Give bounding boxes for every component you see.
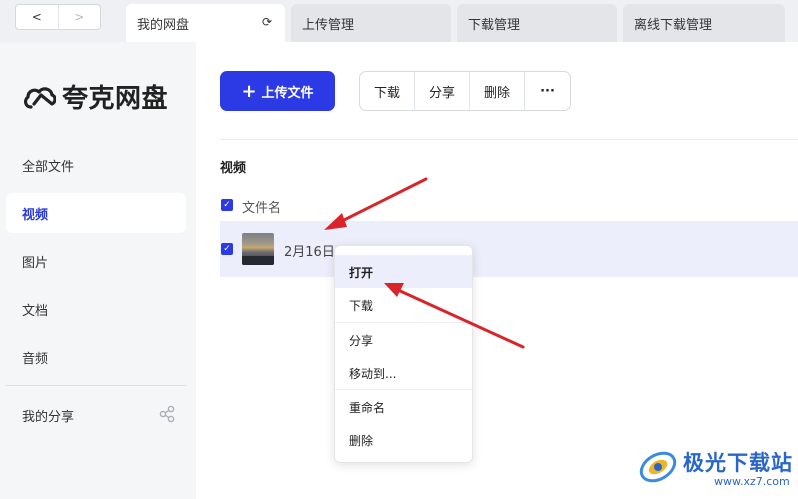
download-button[interactable]: 下载: [360, 72, 415, 110]
menu-item-download[interactable]: 下载: [335, 288, 472, 321]
sidebar-item-images[interactable]: 图片: [6, 241, 186, 281]
sidebar-item-label: 我的分享: [22, 410, 75, 425]
more-options-button[interactable]: ···: [525, 72, 570, 110]
tab-label: 离线下载管理: [634, 18, 713, 33]
tab-my-drive[interactable]: 我的网盘 ⟳: [126, 4, 285, 42]
share-icon: [159, 405, 175, 423]
sidebar-divider: [6, 385, 186, 386]
row-checkbox[interactable]: ✓: [221, 243, 233, 255]
video-thumbnail: [242, 233, 274, 265]
column-header-filename[interactable]: 文件名: [242, 197, 281, 216]
tab-bar: < > 我的网盘 ⟳ 上传管理 下载管理 离线下载管理: [0, 0, 798, 42]
sidebar-item-audio[interactable]: 音频: [6, 337, 186, 377]
tab-offline-download-manager[interactable]: 离线下载管理: [623, 4, 785, 42]
cloud-logo-icon: [24, 86, 56, 109]
watermark-url: www.xz7.com: [714, 475, 790, 488]
back-button[interactable]: <: [16, 5, 58, 29]
watermark-logo-icon: [639, 451, 677, 483]
file-actions-group: 下载 分享 删除 ···: [359, 71, 571, 111]
sidebar-item-video[interactable]: 视频: [6, 193, 186, 233]
file-name[interactable]: 2月16日: [284, 241, 335, 260]
sidebar: 夸克网盘 全部文件 视频 图片 文档 音频 我的分享: [0, 42, 196, 499]
section-title: 视频: [220, 161, 247, 176]
toolbar-divider: [220, 139, 798, 140]
context-menu: 打开 下载 分享 移动到... 重命名 删除: [334, 245, 473, 463]
share-button[interactable]: 分享: [415, 72, 470, 110]
refresh-icon[interactable]: ⟳: [262, 15, 272, 29]
tab-label: 上传管理: [302, 18, 355, 33]
tab-upload-manager[interactable]: 上传管理: [291, 4, 451, 42]
history-nav: < >: [15, 4, 101, 30]
sidebar-item-all-files[interactable]: 全部文件: [6, 145, 186, 185]
watermark: 极光下载站 www.xz7.com: [636, 441, 798, 499]
sidebar-item-my-shares[interactable]: 我的分享: [6, 395, 186, 435]
menu-item-rename[interactable]: 重命名: [335, 390, 472, 423]
tab-label: 我的网盘: [137, 18, 190, 33]
select-all-checkbox[interactable]: ✓: [221, 199, 233, 211]
upload-label: 上传文件: [261, 85, 314, 101]
tab-label: 下载管理: [468, 18, 521, 33]
sidebar-item-documents[interactable]: 文档: [6, 289, 186, 329]
delete-button[interactable]: 删除: [470, 72, 525, 110]
forward-button[interactable]: >: [57, 5, 101, 29]
menu-item-delete[interactable]: 删除: [335, 423, 472, 456]
menu-item-share[interactable]: 分享: [335, 323, 472, 356]
watermark-title: 极光下载站: [683, 451, 793, 475]
logo-text: 夸克网盘: [62, 84, 169, 114]
menu-item-open[interactable]: 打开: [335, 255, 472, 288]
menu-item-move-to[interactable]: 移动到...: [335, 356, 472, 389]
app-logo: 夸克网盘: [22, 78, 168, 115]
plus-icon: +: [241, 80, 257, 102]
upload-file-button[interactable]: + 上传文件: [220, 71, 335, 111]
tab-download-manager[interactable]: 下载管理: [457, 4, 617, 42]
